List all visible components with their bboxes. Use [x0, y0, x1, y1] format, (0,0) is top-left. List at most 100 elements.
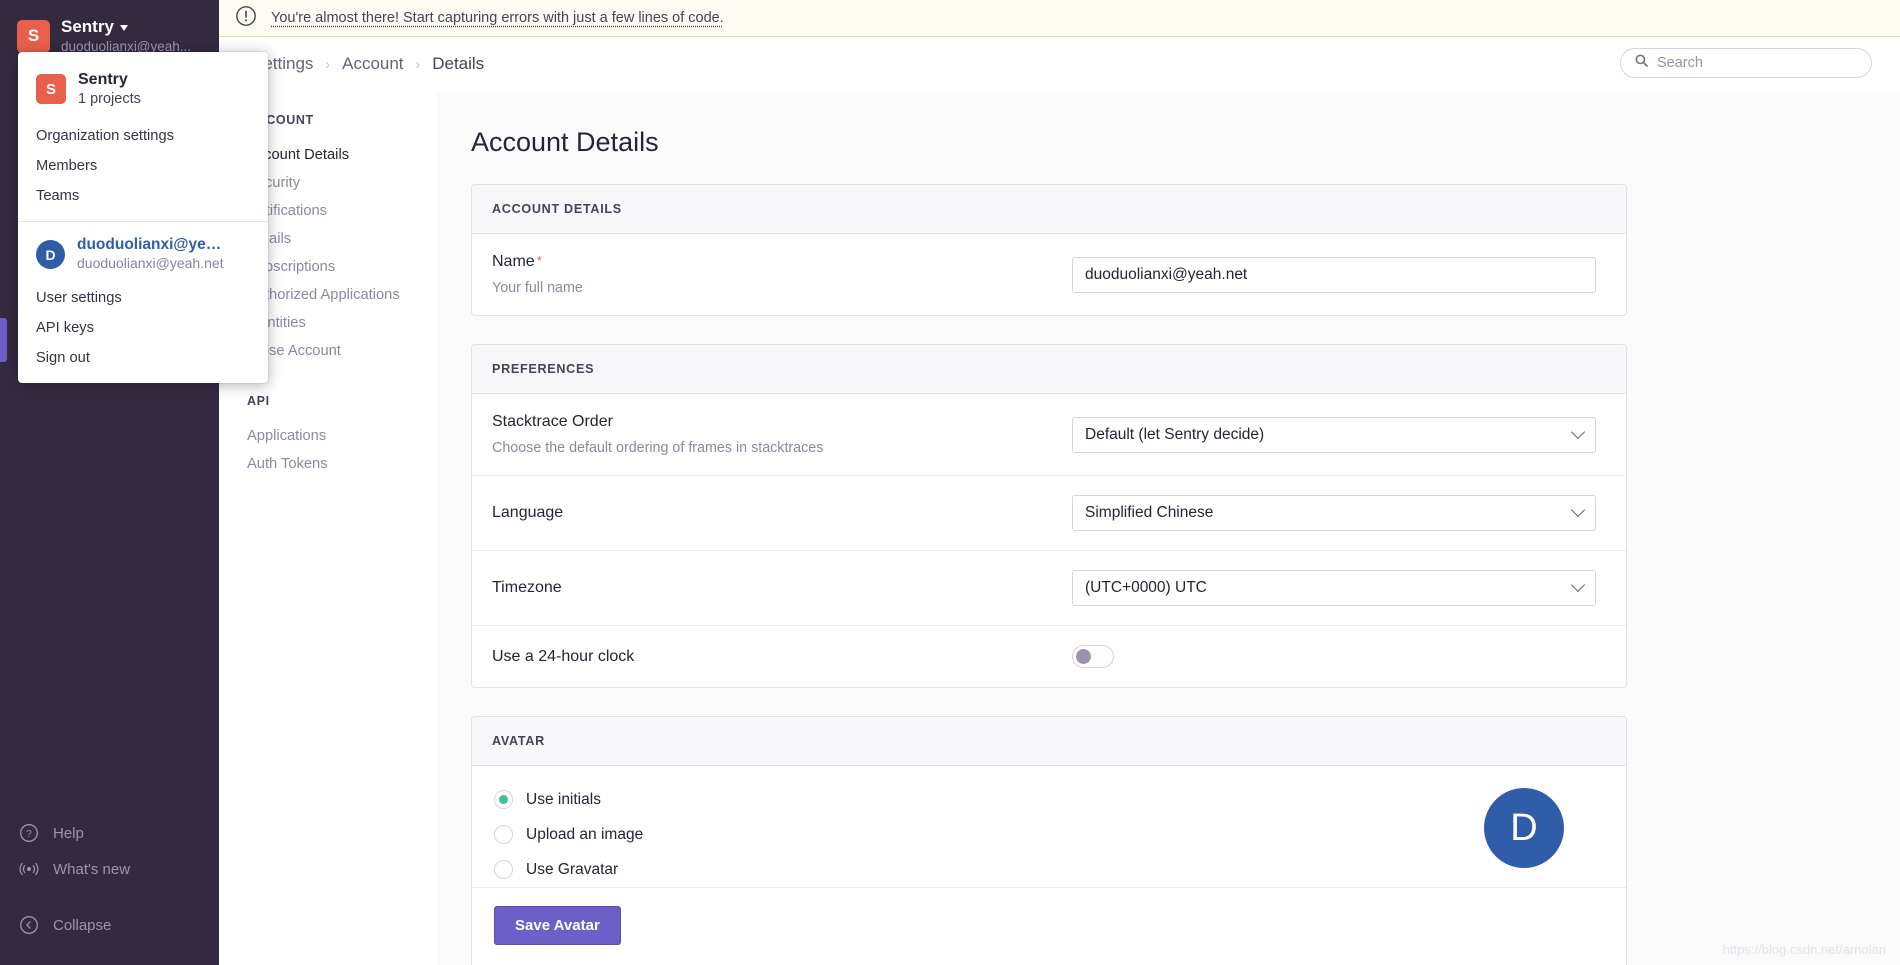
24-hour-clock-toggle[interactable]	[1072, 645, 1114, 668]
name-label-text: Name	[492, 253, 535, 270]
dropdown-user-meta: duoduolianxi@yeah.n... duoduolianxi@yeah…	[77, 236, 229, 273]
avatar-option-label: Upload an image	[526, 825, 644, 843]
settings-nav-item-applications[interactable]: Applications	[247, 422, 437, 450]
dropdown-item-sign-out[interactable]: Sign out	[18, 343, 268, 373]
search-icon	[1635, 54, 1648, 72]
page-title: Account Details	[471, 127, 659, 157]
search-input[interactable]: Search	[1657, 55, 1703, 71]
svg-text:?: ?	[26, 829, 32, 840]
settings-nav-item-account-details[interactable]: Account Details	[247, 141, 437, 169]
onboarding-banner-link[interactable]: You're almost there! Start capturing err…	[271, 10, 724, 26]
settings-nav-item-authorized-applications[interactable]: Authorized Applications	[247, 281, 437, 309]
field-label-group: Use a 24-hour clock	[492, 648, 1072, 666]
org-switcher-button[interactable]: S Sentry duoduolianxi@yeah...	[0, 0, 219, 55]
app-root: S Sentry duoduolianxi@yeah... ? Help Wha…	[0, 0, 1900, 965]
dropdown-item-members[interactable]: Members	[18, 151, 268, 181]
dropdown-org-meta: Sentry 1 projects	[78, 70, 141, 109]
preferences-panel-header: PREFERENCES	[472, 345, 1626, 394]
dropdown-item-organization-settings[interactable]: Organization settings	[18, 121, 268, 151]
field-label-group: Stacktrace Order Choose the default orde…	[492, 413, 1072, 456]
alert-circle-icon	[235, 5, 257, 32]
avatar-option-use-gravatar[interactable]: Use Gravatar	[472, 852, 1484, 887]
breadcrumb-separator: ›	[325, 56, 331, 72]
stacktrace-order-label: Stacktrace Order	[492, 413, 613, 430]
field-row-language: Language Simplified Chinese	[472, 476, 1626, 551]
settings-nav-item-emails[interactable]: Emails	[247, 225, 437, 253]
language-label: Language	[492, 504, 564, 521]
dropdown-org-name: Sentry	[78, 71, 128, 88]
field-row-stacktrace-order: Stacktrace Order Choose the default orde…	[472, 394, 1626, 476]
clock-label: Use a 24-hour clock	[492, 647, 635, 665]
field-row-timezone: Timezone (UTC+0000) UTC	[472, 551, 1626, 626]
dropdown-item-user-settings[interactable]: User settings	[18, 283, 268, 313]
dropdown-user-header[interactable]: D duoduolianxi@yeah.n... duoduolianxi@ye…	[18, 224, 268, 283]
dropdown-org-header[interactable]: S Sentry 1 projects	[18, 56, 268, 121]
name-control	[1072, 256, 1596, 293]
dropdown-divider	[18, 220, 268, 222]
save-avatar-button[interactable]: Save Avatar	[494, 906, 621, 945]
name-label: Name *	[492, 253, 1072, 271]
timezone-select[interactable]: (UTC+0000) UTC	[1072, 570, 1596, 606]
settings-nav-heading-api: API	[247, 394, 270, 408]
avatar-panel: AVATAR Use initials Upload an image Use …	[471, 716, 1627, 965]
radio-icon	[494, 790, 513, 809]
dropdown-item-api-keys[interactable]: API keys	[18, 313, 268, 343]
dropdown-item-teams[interactable]: Teams	[18, 181, 268, 211]
dropdown-org-projects-count: 1 projects	[78, 91, 141, 107]
org-title: Sentry	[61, 17, 191, 37]
avatar-option-label: Use initials	[526, 790, 601, 808]
field-row-name: Name * Your full name	[472, 234, 1626, 315]
avatar-option-upload-an-image[interactable]: Upload an image	[472, 817, 1484, 852]
settings-nav-item-close-account[interactable]: Close Account	[247, 337, 437, 365]
field-label-group: Timezone	[492, 579, 1072, 597]
main-content: Account Details ACCOUNT DETAILS Name * Yo…	[437, 91, 1900, 965]
avatar: D	[36, 240, 65, 270]
field-label-group: Name * Your full name	[492, 253, 1072, 296]
language-select[interactable]: Simplified Chinese	[1072, 495, 1596, 531]
stacktrace-order-control: Default (let Sentry decide)	[1072, 416, 1596, 453]
onboarding-banner: You're almost there! Start capturing err…	[219, 0, 1900, 37]
timezone-label: Timezone	[492, 579, 562, 596]
settings-nav-item-subscriptions[interactable]: Subscriptions	[247, 253, 437, 281]
org-dropdown-menu: S Sentry 1 projects Organization setting…	[18, 52, 268, 384]
stacktrace-order-help-text: Choose the default ordering of frames in…	[492, 440, 824, 456]
field-label-group: Language	[492, 504, 1072, 522]
account-details-panel: ACCOUNT DETAILS Name * Your full name	[471, 184, 1627, 316]
stacktrace-order-select[interactable]: Default (let Sentry decide)	[1072, 416, 1596, 453]
dropdown-user-email: duoduolianxi@yeah.net	[77, 255, 224, 272]
field-row-24-hour-clock: Use a 24-hour clock	[472, 626, 1626, 687]
breadcrumb-item-account[interactable]: Account	[342, 54, 403, 74]
chevron-left-circle-icon	[19, 915, 39, 935]
search-box[interactable]: Search	[1620, 48, 1872, 78]
sidebar-item-label: Help	[53, 824, 84, 842]
settings-nav-item-notifications[interactable]: Notifications	[247, 197, 437, 225]
settings-nav-heading-account: ACCOUNT	[247, 113, 314, 127]
sidebar-bottom-group: ? Help What's new Collapse	[0, 815, 219, 943]
org-name-label: Sentry	[61, 17, 114, 36]
org-logo: S	[36, 74, 66, 105]
avatar-option-label: Use Gravatar	[526, 860, 619, 878]
toggle-knob	[1076, 649, 1091, 664]
avatar-panel-body: Use initials Upload an image Use Gravata…	[472, 766, 1626, 887]
breadcrumb-bar: Settings › Account › Details Search	[219, 37, 1900, 91]
breadcrumb-item-details[interactable]: Details	[432, 54, 484, 74]
settings-nav-item-security[interactable]: Security	[247, 169, 437, 197]
radio-dot	[499, 795, 508, 804]
name-input[interactable]	[1072, 256, 1596, 293]
avatar-option-use-initials[interactable]: Use initials	[472, 766, 1484, 817]
settings-nav-item-identities[interactable]: Identities	[247, 309, 437, 337]
chevron-down-icon	[119, 24, 128, 31]
name-help-text: Your full name	[492, 280, 583, 296]
sidebar-item-label: Collapse	[53, 916, 112, 934]
help-circle-icon: ?	[19, 823, 39, 843]
sidebar-item-whats-new[interactable]: What's new	[0, 851, 219, 887]
radio-icon	[494, 860, 513, 879]
timezone-control: (UTC+0000) UTC	[1072, 570, 1596, 606]
sidebar-item-help[interactable]: ? Help	[0, 815, 219, 851]
radio-icon	[494, 825, 513, 844]
settings-nav-item-auth-tokens[interactable]: Auth Tokens	[247, 450, 437, 478]
language-control: Simplified Chinese	[1072, 495, 1596, 531]
sidebar-item-collapse[interactable]: Collapse	[0, 907, 219, 943]
breadcrumb-separator: ›	[415, 56, 421, 72]
org-logo: S	[17, 19, 50, 53]
